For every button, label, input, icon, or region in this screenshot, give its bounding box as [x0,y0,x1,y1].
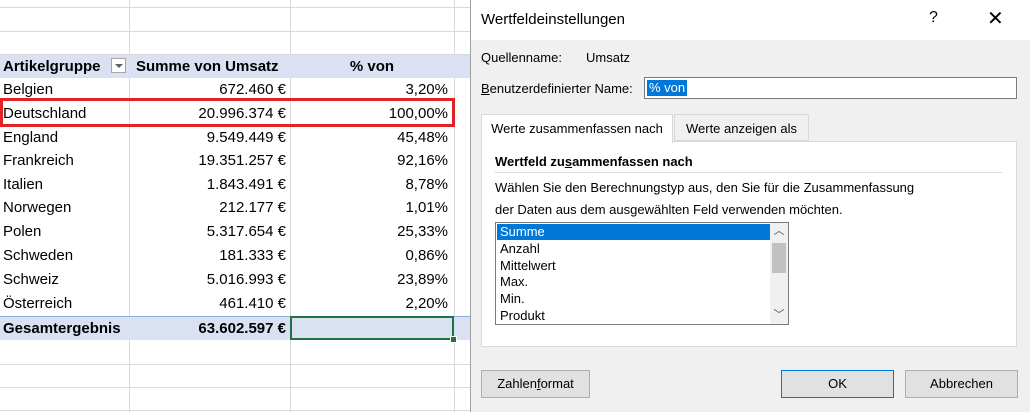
filter-dropdown-icon[interactable] [111,58,126,73]
row-pct[interactable]: 1,01% [292,196,452,219]
row-pct[interactable]: 8,78% [292,173,452,196]
row-sum[interactable]: 212.177 € [130,196,290,219]
row-label[interactable]: Norwegen [3,196,128,219]
row-label[interactable]: Polen [3,220,128,243]
row-sum[interactable]: 5.016.993 € [130,268,290,291]
header-pct[interactable]: % von [292,55,452,78]
fill-handle[interactable] [450,336,457,343]
scroll-up-icon[interactable]: ︿ [770,223,788,239]
table-row: Frankreich 19.351.257 € 92,16% [0,149,470,172]
pivot-table-sheet: Artikelgruppe Summe von Umsatz % von Bel… [0,0,470,412]
gridline [0,31,470,32]
table-row: Norwegen 212.177 € 1,01% [0,196,470,219]
row-sum[interactable]: 181.333 € [130,244,290,267]
custom-name-value[interactable]: % von [647,80,688,96]
row-label[interactable]: Österreich [3,292,128,315]
tab-show-values-as[interactable]: Werte anzeigen als [674,114,809,141]
row-label[interactable]: Italien [3,173,128,196]
description-line-2: der Daten aus dem ausgewählten Feld verw… [495,202,843,217]
list-item[interactable]: Summe [497,224,773,240]
list-item[interactable]: Produkt [497,308,773,324]
gridline [0,7,470,8]
dialog-titlebar[interactable]: Wertfeldeinstellungen ? ✕ [471,0,1030,40]
gridline [0,410,470,411]
total-label[interactable]: Gesamtergebnis [3,317,128,340]
header-summe-umsatz[interactable]: Summe von Umsatz [130,55,290,78]
row-label[interactable]: Schweden [3,244,128,267]
help-icon[interactable]: ? [929,9,938,27]
row-pct[interactable]: 2,20% [292,292,452,315]
ok-button[interactable]: OK [781,370,894,398]
value-field-settings-dialog: Wertfeldeinstellungen ? ✕ Quellenname: U… [470,0,1030,412]
highlight-annotation-box [0,98,455,127]
table-row: England 9.549.449 € 45,48% [0,126,470,149]
list-item[interactable]: Max. [497,274,773,290]
gridline [0,364,470,365]
section-heading-part2: ammenfassen nach [572,154,693,169]
table-row: Österreich 461.410 € 2,20% [0,292,470,315]
row-sum[interactable]: 9.549.449 € [130,126,290,149]
row-label[interactable]: Schweiz [3,268,128,291]
selected-cell[interactable] [290,316,454,340]
row-sum[interactable]: 1.843.491 € [130,173,290,196]
custom-name-label-text: enutzerdefinierter Name: [489,81,633,96]
number-format-button[interactable]: Zahlenformat [481,370,590,398]
row-sum[interactable]: 5.317.654 € [130,220,290,243]
description-line-1: Wählen Sie den Berechnungstyp aus, den S… [495,180,915,195]
row-pct[interactable]: 23,89% [292,268,452,291]
row-pct[interactable]: 0,86% [292,244,452,267]
row-pct[interactable]: 45,48% [292,126,452,149]
tab-panel: Wertfeld zusammenfassen nach Wählen Sie … [481,141,1017,347]
custom-name-label: Benutzerdefinierter Name: [481,81,633,96]
calculation-type-list[interactable]: Summe Anzahl Mittelwert Max. Min. Produk… [495,222,789,325]
section-heading: Wertfeld zusammenfassen nach [495,154,693,169]
section-heading-accesskey: s [564,154,573,169]
scroll-down-icon[interactable]: ﹀ [770,307,788,323]
pivot-header-row: Artikelgruppe Summe von Umsatz % von [0,55,470,78]
list-item[interactable]: Anzahl [497,241,773,257]
table-row: Schweden 181.333 € 0,86% [0,244,470,267]
scrollbar-thumb[interactable] [772,243,786,273]
row-pct[interactable]: 92,16% [292,149,452,172]
total-sum[interactable]: 63.602.597 € [130,317,290,340]
table-row: Polen 5.317.654 € 25,33% [0,220,470,243]
number-format-label-1: Zahlen [497,376,537,391]
row-sum[interactable]: 19.351.257 € [130,149,290,172]
custom-name-input[interactable]: % von [644,77,1017,99]
section-divider [495,172,1002,173]
row-pct[interactable]: 25,33% [292,220,452,243]
header-artikelgruppe[interactable]: Artikelgruppe [3,55,128,78]
section-heading-part1: Wertfeld zu [495,154,565,169]
row-label[interactable]: Frankreich [3,149,128,172]
row-label[interactable]: England [3,126,128,149]
custom-name-accesskey: B [481,81,490,96]
cancel-button[interactable]: Abbrechen [905,370,1018,398]
source-name-label: Quellenname: [481,50,562,65]
number-format-label-2: ormat [540,376,574,391]
close-icon[interactable]: ✕ [987,6,1004,31]
dialog-title: Wertfeldeinstellungen [481,11,625,28]
gridline [0,387,470,388]
list-item[interactable]: Mittelwert [497,258,773,274]
list-item[interactable]: Min. [497,291,773,307]
table-row: Schweiz 5.016.993 € 23,89% [0,268,470,291]
row-sum[interactable]: 461.410 € [130,292,290,315]
tab-summarize-values[interactable]: Werte zusammenfassen nach [481,114,673,143]
list-scrollbar[interactable]: ︿ ﹀ [770,223,788,324]
source-name-value: Umsatz [586,50,631,65]
table-row: Italien 1.843.491 € 8,78% [0,173,470,196]
